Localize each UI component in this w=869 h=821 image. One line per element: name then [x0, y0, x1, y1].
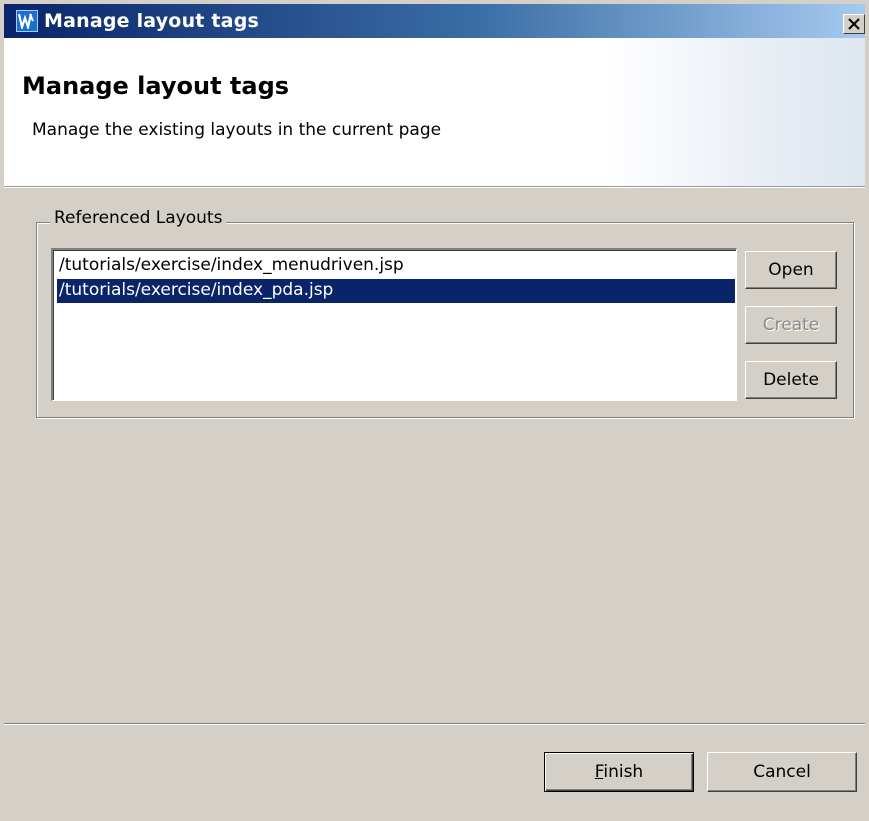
app-logo-icon [16, 10, 38, 32]
page-description: Manage the existing layouts in the curre… [32, 120, 442, 140]
title-bar[interactable]: Manage layout tags [4, 4, 865, 38]
page-title: Manage layout tags [22, 72, 290, 100]
open-button[interactable]: Open [745, 251, 837, 289]
dialog-window: Manage layout tags Manage layout tags Ma… [0, 0, 869, 821]
close-button[interactable] [843, 14, 865, 34]
list-item-selected[interactable]: /tutorials/exercise/index_pda.jsp [57, 279, 735, 303]
cancel-button[interactable]: Cancel [707, 752, 857, 792]
layouts-list[interactable]: /tutorials/exercise/index_menudriven.jsp… [51, 248, 737, 401]
window-title: Manage layout tags [44, 10, 260, 32]
finish-label-rest: inish [603, 762, 644, 782]
close-icon [848, 18, 860, 30]
group-label: Referenced Layouts [50, 208, 227, 228]
footer-divider-highlight [4, 724, 865, 725]
header-banner: Manage layout tags Manage the existing l… [4, 38, 865, 187]
create-button[interactable]: Create [745, 306, 837, 344]
finish-button[interactable]: Finish [544, 752, 694, 792]
banner-divider [4, 187, 865, 188]
delete-button[interactable]: Delete [745, 361, 837, 399]
list-item[interactable]: /tutorials/exercise/index_menudriven.jsp [57, 254, 735, 278]
